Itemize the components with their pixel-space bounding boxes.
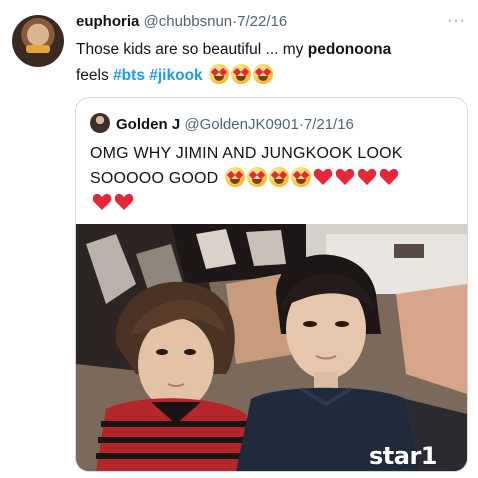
red-heart-icon <box>114 193 134 210</box>
quoted-text-line2: SOOOOO GOOD <box>90 170 219 187</box>
tweet-card: euphoria @chubbsnun·7/22/16 ··· Those ki… <box>0 0 478 478</box>
more-options-icon[interactable]: ··· <box>447 11 466 31</box>
red-heart-icon <box>313 168 333 185</box>
hashtag-bts[interactable]: #bts <box>113 67 145 84</box>
heart-eyes-emoji-icon <box>291 167 312 187</box>
quoted-author-name[interactable]: Golden J <box>116 116 180 133</box>
red-heart-icon <box>379 168 399 185</box>
heart-eyes-emoji-icon <box>269 167 290 187</box>
tweet-header: euphoria @chubbsnun·7/22/16 <box>76 12 287 32</box>
heart-eyes-emoji-icon <box>225 167 246 187</box>
heart-eyes-emoji-icon <box>230 64 251 84</box>
author-handle[interactable]: @chubbsnun <box>144 13 233 30</box>
quoted-tweet-photo[interactable]: star1 <box>76 224 467 471</box>
red-heart-icon <box>357 168 377 185</box>
quoted-text-line1: OMG WHY JIMIN AND JUNGKOOK LOOK <box>90 145 403 162</box>
quoted-tweet-text: OMG WHY JIMIN AND JUNGKOOK LOOK SOOOOO G… <box>90 141 460 216</box>
tweet-text: Those kids are so beautiful ... my pedon… <box>76 37 468 89</box>
quoted-tweet-header: Golden J @GoldenJK0901·7/21/16 <box>90 113 354 135</box>
tweet-text-part1: Those kids are so beautiful ... my <box>76 41 308 58</box>
heart-eyes-emoji-icon <box>252 64 273 84</box>
author-avatar[interactable] <box>12 15 64 67</box>
heart-eyes-emoji-icon <box>247 167 268 187</box>
tweet-text-bold: pedonoona <box>307 41 392 58</box>
hashtag-jikook[interactable]: #jikook <box>149 67 202 84</box>
quoted-tweet-date[interactable]: 7/21/16 <box>304 116 354 133</box>
photo-illustration <box>76 224 467 471</box>
red-heart-icon <box>335 168 355 185</box>
quoted-author-handle[interactable]: @GoldenJK0901 <box>184 116 298 133</box>
quoted-tweet[interactable]: Golden J @GoldenJK0901·7/21/16 OMG WHY J… <box>75 97 468 472</box>
quoted-author-avatar[interactable] <box>90 113 110 133</box>
photo-watermark: star1 <box>369 442 438 470</box>
heart-eyes-emoji-icon <box>208 64 229 84</box>
tweet-date[interactable]: 7/22/16 <box>237 13 287 30</box>
tweet-text-part2: feels <box>76 67 114 84</box>
author-name[interactable]: euphoria <box>76 13 139 30</box>
red-heart-icon <box>92 193 112 210</box>
